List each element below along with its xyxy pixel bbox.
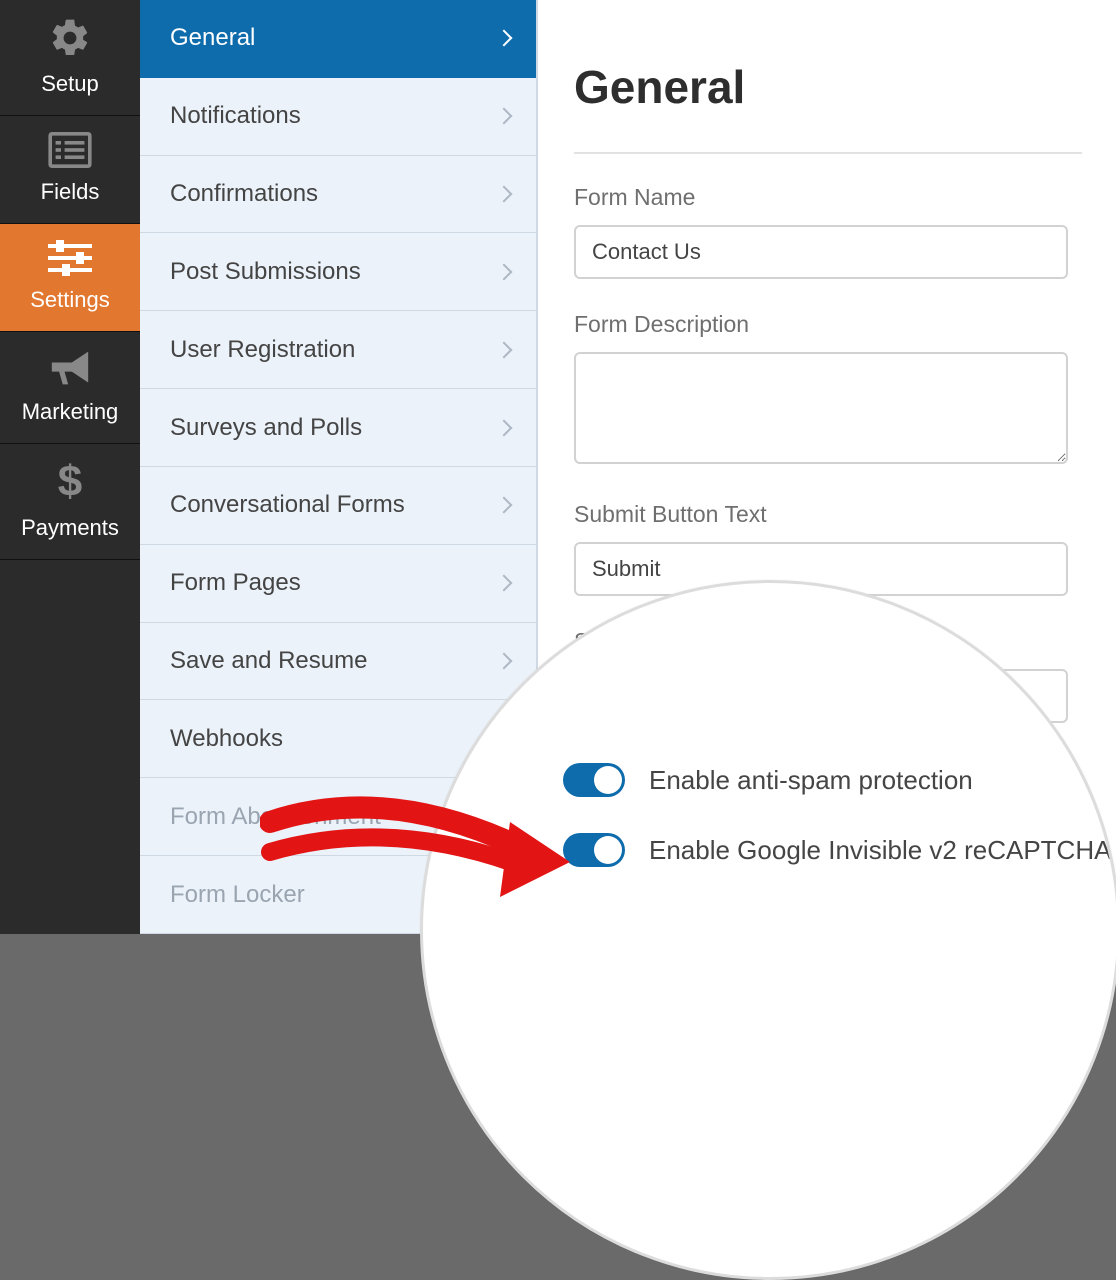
rail-item-settings[interactable]: Settings <box>0 224 140 332</box>
form-description-textarea[interactable] <box>574 352 1068 464</box>
toggle-anti-spam[interactable] <box>563 763 625 797</box>
rail-label: Fields <box>41 179 100 205</box>
svg-text:$: $ <box>58 460 82 504</box>
submenu-item-label: Webhooks <box>170 725 283 753</box>
toggle-label: Enable anti-spam protection <box>649 765 973 796</box>
page-title: General <box>574 60 1082 114</box>
submenu-item-surveys-and-polls[interactable]: Surveys and Polls <box>140 389 536 467</box>
chevron-right-icon <box>496 419 513 436</box>
submenu-item-label: Form Pages <box>170 569 301 597</box>
submenu-item-post-submissions[interactable]: Post Submissions <box>140 233 536 311</box>
submenu-item-label: Save and Resume <box>170 647 367 675</box>
toggle-anti-spam-row: Enable anti-spam protection <box>563 763 1116 797</box>
chevron-right-icon <box>496 30 513 47</box>
toggle-recaptcha-row: Enable Google Invisible v2 reCAPTCHA <box>563 833 1116 867</box>
form-description-label: Form Description <box>574 311 1082 338</box>
zoom-callout: Enable anti-spam protection Enable Googl… <box>420 580 1116 1280</box>
toggle-recaptcha[interactable] <box>563 833 625 867</box>
submenu-item-label: Confirmations <box>170 180 318 208</box>
rail-item-payments[interactable]: $ Payments <box>0 444 140 560</box>
submenu-item-label: Conversational Forms <box>170 491 405 519</box>
submenu-item-label: User Registration <box>170 336 355 364</box>
chevron-right-icon <box>496 263 513 280</box>
rail-label: Settings <box>30 287 110 313</box>
form-name-label: Form Name <box>574 184 1082 211</box>
chevron-right-icon <box>496 186 513 203</box>
form-name-input[interactable] <box>574 225 1068 279</box>
chevron-right-icon <box>496 108 513 125</box>
rail-label: Marketing <box>22 399 119 425</box>
submenu-item-notifications[interactable]: Notifications <box>140 78 536 156</box>
submenu-item-general[interactable]: General <box>140 0 536 78</box>
chevron-right-icon <box>496 653 513 670</box>
chevron-right-icon <box>496 575 513 592</box>
divider <box>574 152 1082 154</box>
primary-rail: Setup Fields Settings Marketing $ Paymen… <box>0 0 140 934</box>
submenu-item-label: Post Submissions <box>170 258 361 286</box>
submenu-item-form-pages[interactable]: Form Pages <box>140 545 536 623</box>
chevron-right-icon <box>496 341 513 358</box>
rail-item-setup[interactable]: Setup <box>0 0 140 116</box>
submenu-item-label: Surveys and Polls <box>170 414 362 442</box>
chevron-right-icon <box>496 497 513 514</box>
rail-label: Setup <box>41 71 99 97</box>
submit-button-text-label: Submit Button Text <box>574 501 1082 528</box>
submenu-item-save-and-resume[interactable]: Save and Resume <box>140 623 536 701</box>
dollar-icon: $ <box>53 460 87 509</box>
submenu-item-user-registration[interactable]: User Registration <box>140 311 536 389</box>
submenu-item-label: Form Abandonment <box>170 803 381 831</box>
submenu-item-label: Notifications <box>170 102 301 130</box>
submenu-item-label: Form Locker <box>170 881 305 909</box>
rail-item-marketing[interactable]: Marketing <box>0 332 140 444</box>
bullhorn-icon <box>47 348 93 393</box>
submenu-item-confirmations[interactable]: Confirmations <box>140 156 536 234</box>
rail-label: Payments <box>21 515 119 541</box>
list-icon <box>48 132 92 173</box>
submenu-item-conversational-forms[interactable]: Conversational Forms <box>140 467 536 545</box>
sliders-icon <box>46 240 94 281</box>
rail-item-fields[interactable]: Fields <box>0 116 140 224</box>
submenu-item-label: General <box>170 24 255 52</box>
toggle-label: Enable Google Invisible v2 reCAPTCHA <box>649 835 1111 866</box>
gear-icon <box>48 16 92 65</box>
